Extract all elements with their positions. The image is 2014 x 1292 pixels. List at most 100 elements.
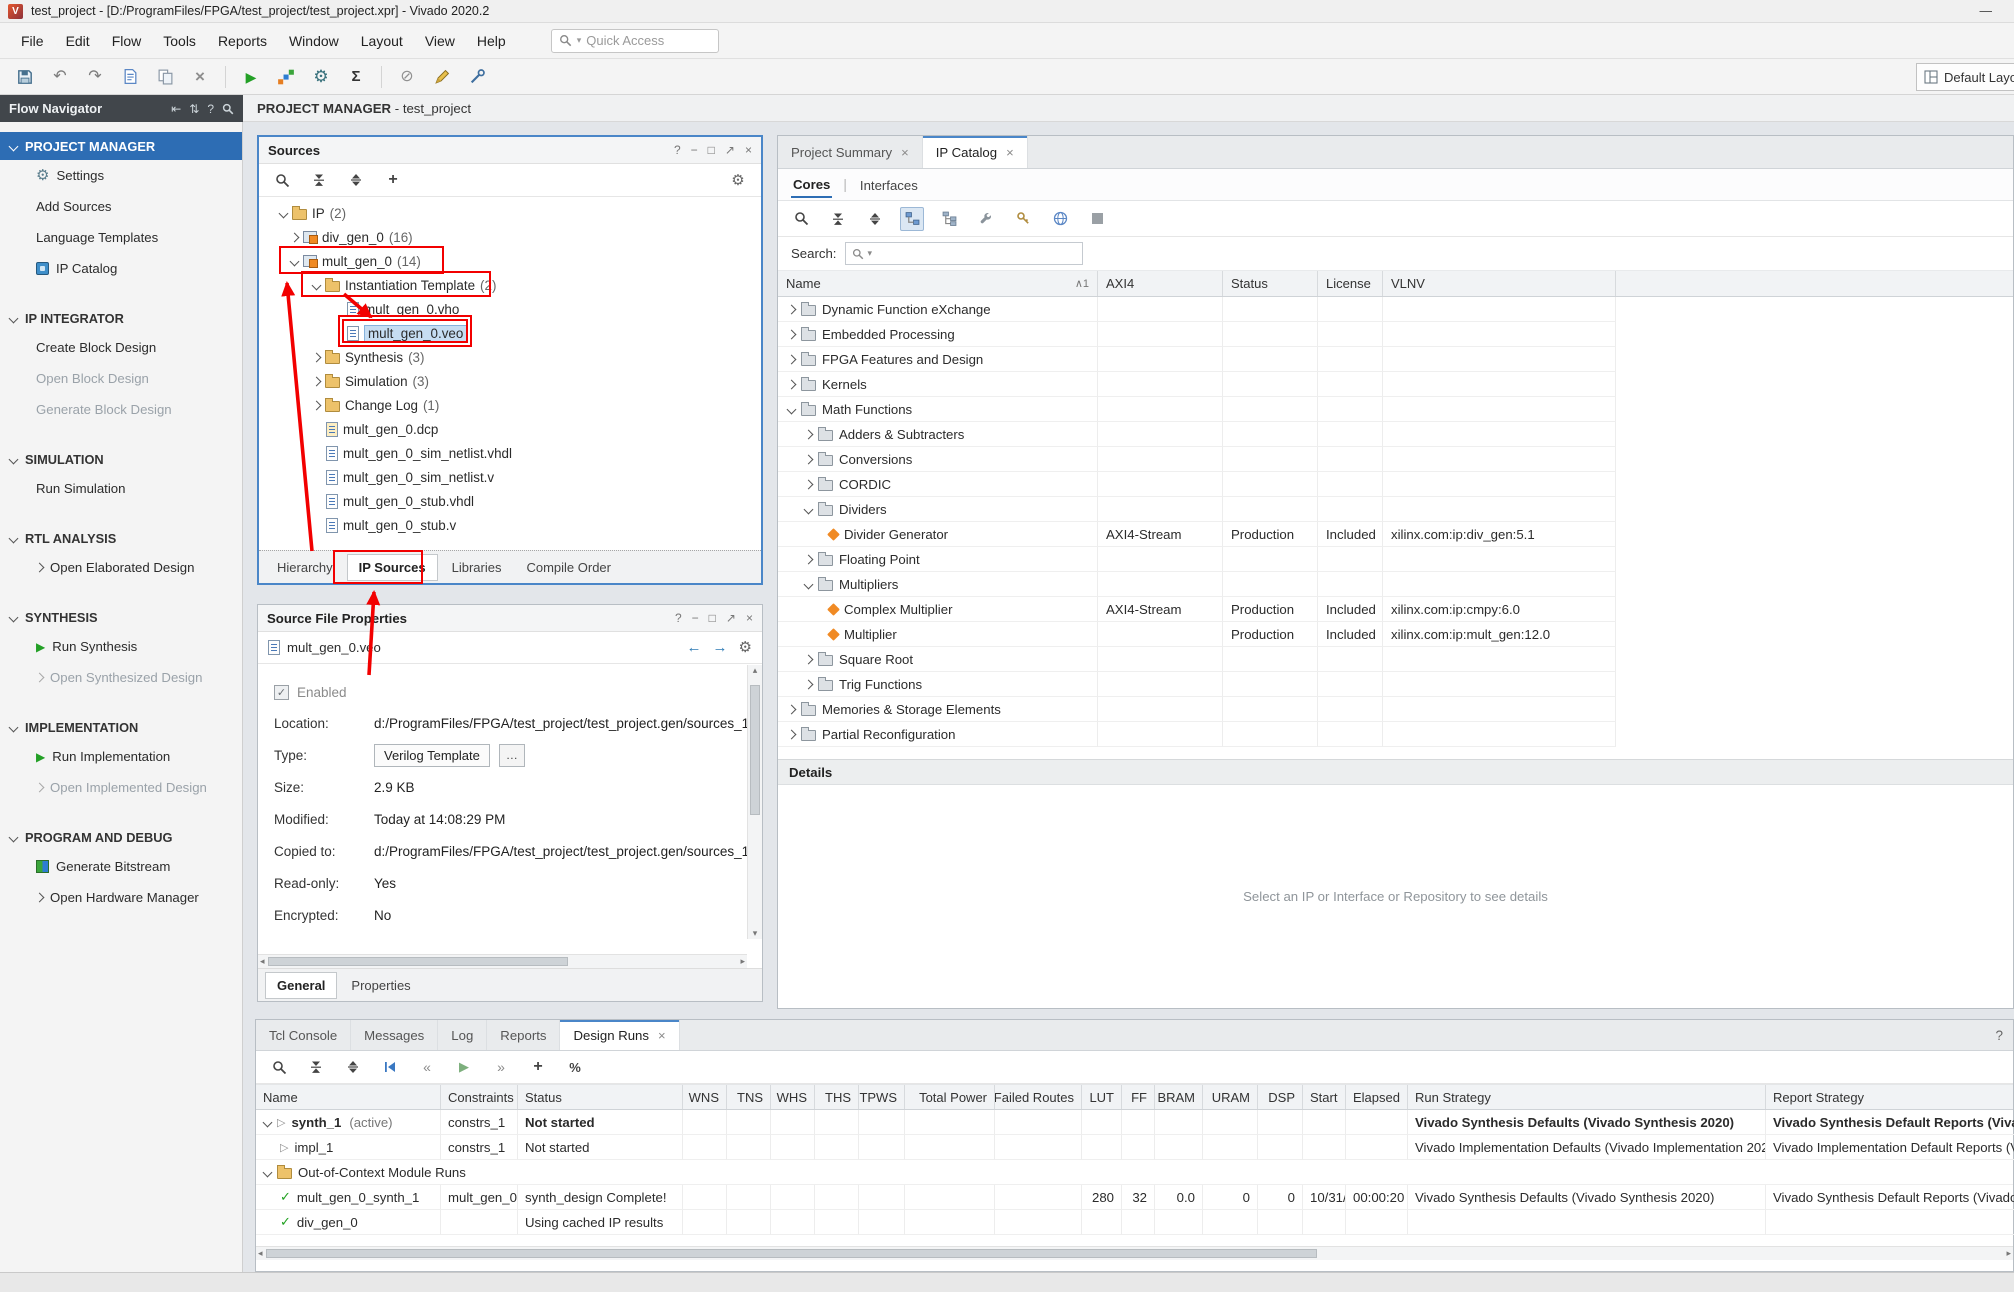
first-run-button[interactable] bbox=[378, 1055, 402, 1079]
minimize-icon[interactable]: − bbox=[691, 143, 698, 157]
catalog-row-conversions[interactable]: Conversions bbox=[778, 447, 2013, 472]
search-button[interactable] bbox=[267, 1055, 291, 1079]
catalog-row-trig-functions[interactable]: Trig Functions bbox=[778, 672, 2013, 697]
bottom-tab-reports[interactable]: Reports bbox=[487, 1020, 560, 1050]
column-header-tns[interactable]: TNS bbox=[727, 1085, 771, 1109]
catalog-row-divider-generator[interactable]: Divider GeneratorAXI4-StreamProductionIn… bbox=[778, 522, 2013, 547]
expander-icon[interactable] bbox=[787, 354, 797, 364]
flownav-item-open-elaborated-design[interactable]: Open Elaborated Design bbox=[0, 552, 242, 583]
expand-all-button[interactable] bbox=[344, 168, 368, 192]
scroll-down-icon[interactable]: ▾ bbox=[753, 928, 758, 939]
bottom-tab-design-runs[interactable]: Design Runs× bbox=[560, 1020, 679, 1050]
flownav-item-generate-block-design[interactable]: Generate Block Design bbox=[0, 394, 242, 425]
sources-tab-compile-order[interactable]: Compile Order bbox=[515, 555, 622, 580]
next-button[interactable]: » bbox=[489, 1055, 513, 1079]
column-header-ths[interactable]: THS bbox=[815, 1085, 859, 1109]
column-header-vlnv[interactable]: VLNV bbox=[1383, 271, 1616, 296]
window-minimize-icon[interactable]: — bbox=[1980, 4, 1993, 18]
expander-icon[interactable] bbox=[787, 379, 797, 389]
expander-icon[interactable] bbox=[263, 1167, 273, 1177]
menu-item-window[interactable]: Window bbox=[278, 27, 350, 55]
help-icon[interactable]: ? bbox=[675, 611, 682, 625]
tree-item-ip[interactable]: IP(2) bbox=[259, 201, 761, 225]
catalog-row-floating-point[interactable]: Floating Point bbox=[778, 547, 2013, 572]
flownav-item-add-sources[interactable]: Add Sources bbox=[0, 191, 242, 222]
section-expander-icon[interactable] bbox=[9, 612, 19, 622]
edit-button[interactable] bbox=[429, 64, 455, 90]
run-row-mult-gen-0-synth-1[interactable]: ✓mult_gen_0_synth_1mult_gen_0synth_desig… bbox=[256, 1185, 2013, 1210]
catalog-row-adders-subtracters[interactable]: Adders & Subtracters bbox=[778, 422, 2013, 447]
horizontal-scrollbar[interactable]: ◂ ▸ bbox=[258, 954, 747, 968]
expander-icon[interactable] bbox=[312, 376, 322, 386]
close-icon[interactable]: × bbox=[746, 611, 753, 625]
flownav-section-synthesis[interactable]: SYNTHESIS bbox=[0, 603, 242, 631]
column-header-tpws[interactable]: TPWS bbox=[859, 1085, 905, 1109]
cancel-button[interactable]: ⊘ bbox=[394, 64, 420, 90]
flownav-item-open-implemented-design[interactable]: Open Implemented Design bbox=[0, 772, 242, 803]
flownav-item-run-synthesis[interactable]: ▶Run Synthesis bbox=[0, 631, 242, 662]
column-header-license[interactable]: License bbox=[1318, 271, 1383, 296]
subtab-cores[interactable]: Cores bbox=[791, 171, 832, 198]
close-icon[interactable]: × bbox=[1006, 145, 1014, 160]
menu-item-tools[interactable]: Tools bbox=[152, 27, 207, 55]
item-expander-icon[interactable] bbox=[35, 673, 45, 683]
flownav-item-language-templates[interactable]: Language Templates bbox=[0, 222, 242, 253]
catalog-row-fpga-features-and-design[interactable]: FPGA Features and Design bbox=[778, 347, 2013, 372]
undo-button[interactable]: ↶ bbox=[47, 64, 73, 90]
tree-item-mult-gen-0-vho[interactable]: mult_gen_0.vho bbox=[259, 297, 761, 321]
redo-button[interactable]: ↷ bbox=[82, 64, 108, 90]
flownav-item-open-block-design[interactable]: Open Block Design bbox=[0, 363, 242, 394]
column-header-start[interactable]: Start bbox=[1303, 1085, 1346, 1109]
expander-icon[interactable] bbox=[804, 654, 814, 664]
gear-icon[interactable]: ⚙ bbox=[739, 640, 752, 655]
tree-item-mult-gen-0-dcp[interactable]: mult_gen_0.dcp bbox=[259, 417, 761, 441]
section-expander-icon[interactable] bbox=[9, 722, 19, 732]
menu-item-reports[interactable]: Reports bbox=[207, 27, 278, 55]
catalog-row-memories-storage-elements[interactable]: Memories & Storage Elements bbox=[778, 697, 2013, 722]
enabled-checkbox[interactable]: ✓ bbox=[274, 685, 289, 700]
tree-item-mult-gen-0-stub-v[interactable]: mult_gen_0_stub.v bbox=[259, 513, 761, 537]
flownav-section-rtl-analysis[interactable]: RTL ANALYSIS bbox=[0, 524, 242, 552]
license-key-button[interactable] bbox=[1011, 207, 1035, 231]
catalog-row-math-functions[interactable]: Math Functions bbox=[778, 397, 2013, 422]
expander-icon[interactable] bbox=[290, 256, 300, 266]
column-header-elapsed[interactable]: Elapsed bbox=[1346, 1085, 1408, 1109]
menu-item-edit[interactable]: Edit bbox=[55, 27, 101, 55]
properties-panel-titlebar[interactable]: Source File Properties ? − □ ↗ × bbox=[258, 605, 762, 632]
properties-tab-properties[interactable]: Properties bbox=[340, 973, 421, 998]
run-row-synth-1[interactable]: ▷synth_1(active)constrs_1Not startedViva… bbox=[256, 1110, 2013, 1135]
expand-all-button[interactable] bbox=[863, 207, 887, 231]
search-button[interactable] bbox=[270, 168, 294, 192]
save-button[interactable] bbox=[12, 64, 38, 90]
expander-icon[interactable] bbox=[312, 280, 322, 290]
scrollbar-thumb[interactable] bbox=[750, 685, 760, 815]
scroll-right-icon[interactable]: ▸ bbox=[2006, 1248, 2011, 1259]
debug-probe-button[interactable] bbox=[464, 64, 490, 90]
flownav-section-program-and-debug[interactable]: PROGRAM AND DEBUG bbox=[0, 823, 242, 851]
column-header-report-strategy[interactable]: Report Strategy bbox=[1766, 1085, 2014, 1109]
close-icon[interactable]: × bbox=[745, 143, 752, 157]
item-expander-icon[interactable] bbox=[35, 893, 45, 903]
type-dropdown[interactable]: Verilog Template bbox=[374, 744, 490, 767]
stop-button[interactable] bbox=[1085, 207, 1109, 231]
flow-steps-button[interactable] bbox=[273, 64, 299, 90]
search-button[interactable] bbox=[789, 207, 813, 231]
flownav-item-run-implementation[interactable]: ▶Run Implementation bbox=[0, 741, 242, 772]
menu-item-flow[interactable]: Flow bbox=[101, 27, 153, 55]
menu-item-view[interactable]: View bbox=[414, 27, 466, 55]
column-header-axi4[interactable]: AXI4 bbox=[1098, 271, 1223, 296]
tree-item-div-gen-0[interactable]: div_gen_0(16) bbox=[259, 225, 761, 249]
expander-icon[interactable] bbox=[804, 579, 814, 589]
details-section-header[interactable]: Details bbox=[778, 759, 2013, 785]
help-icon[interactable]: ? bbox=[207, 102, 214, 116]
expander-icon[interactable] bbox=[804, 429, 814, 439]
scroll-left-icon[interactable]: ◂ bbox=[260, 956, 265, 967]
expander-icon[interactable] bbox=[312, 352, 322, 362]
menu-item-help[interactable]: Help bbox=[466, 27, 517, 55]
menu-item-layout[interactable]: Layout bbox=[350, 27, 414, 55]
expander-icon[interactable] bbox=[804, 504, 814, 514]
horizontal-scrollbar[interactable]: ◂ ▸ bbox=[256, 1246, 2013, 1260]
catalog-row-dividers[interactable]: Dividers bbox=[778, 497, 2013, 522]
section-expander-icon[interactable] bbox=[9, 454, 19, 464]
flownav-item-ip-catalog[interactable]: IP Catalog bbox=[0, 253, 242, 284]
